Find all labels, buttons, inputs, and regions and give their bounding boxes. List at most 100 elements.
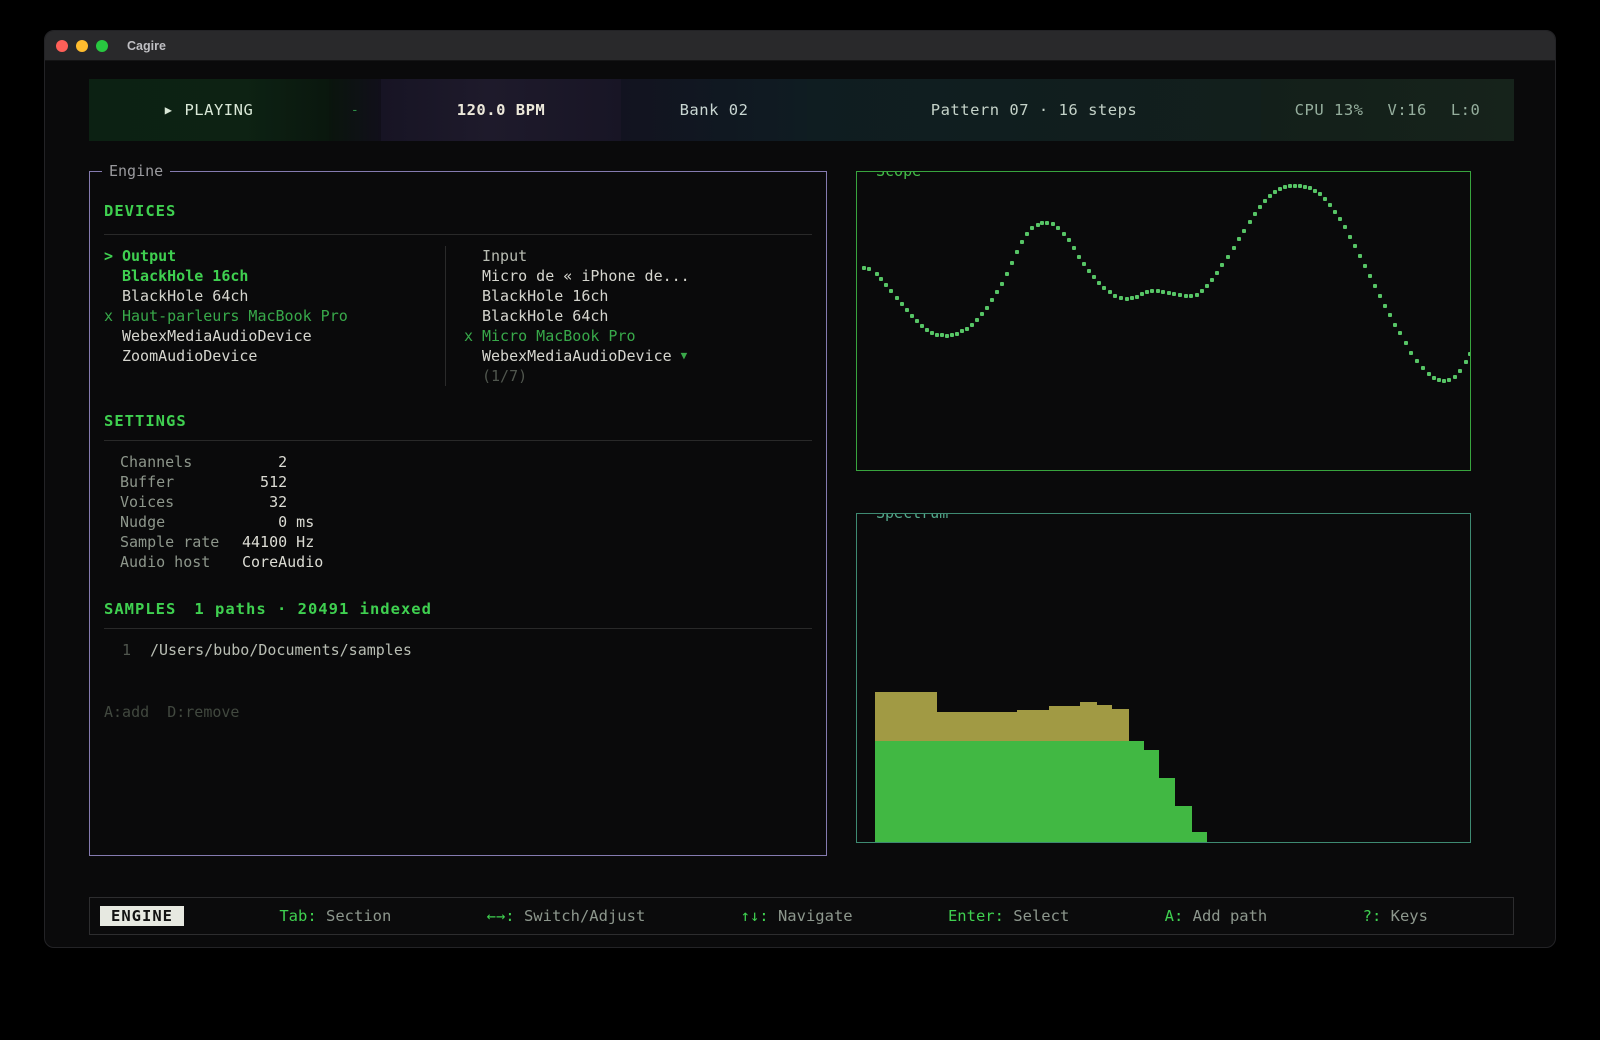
scope-dot: [1409, 351, 1413, 355]
scope-dot: [1313, 189, 1317, 193]
selection-cursor: >: [104, 246, 122, 266]
device-item-label: BlackHole 16ch: [122, 266, 248, 286]
device-column-header[interactable]: >Output: [104, 246, 434, 266]
scope-dot: [1258, 205, 1262, 209]
scope-dot: [1215, 271, 1219, 275]
zoom-button[interactable]: [96, 40, 108, 52]
scope-dot: [1220, 263, 1224, 267]
setting-label: Audio host: [120, 552, 242, 572]
settings-row[interactable]: Sample rate44100 Hz: [120, 532, 323, 552]
spectrum-bar: [937, 741, 1017, 842]
footer-keybar: ENGINE Tab: Section←→: Switch/Adjust↑↓: …: [89, 897, 1514, 935]
scope-dot: [1025, 232, 1029, 236]
device-item-label: ZoomAudioDevice: [122, 346, 257, 366]
scope-dot: [879, 277, 883, 281]
latency: L:0: [1451, 101, 1481, 119]
mode-badge[interactable]: ENGINE: [100, 906, 184, 926]
settings-row[interactable]: Voices 32: [120, 492, 323, 512]
device-column-header[interactable]: Input: [464, 246, 809, 266]
dropdown-arrow-icon: ▼: [681, 346, 688, 366]
scope-dot: [1432, 376, 1436, 380]
scope-dot: [1056, 226, 1060, 230]
column-title-input: Input: [482, 246, 527, 266]
scope-dot: [1087, 269, 1091, 273]
scope-dot: [1263, 199, 1267, 203]
app-window: Cagire ▶ PLAYING - 120.0 BPM Bank 02 Pat…: [44, 30, 1556, 948]
system-stats: CPU 13% V:16 L:0: [1261, 79, 1514, 141]
device-item-label: BlackHole 64ch: [482, 306, 608, 326]
scope-dot: [1437, 378, 1441, 382]
bpm-value: 120.0 BPM: [457, 101, 546, 119]
path-value: /Users/bubo/Documents/samples: [150, 640, 412, 660]
device-active-marker: [104, 266, 122, 286]
bank-display: Bank 02: [621, 79, 807, 141]
scope-dot: [1373, 284, 1377, 288]
scope-dot: [940, 333, 944, 337]
settings-row[interactable]: Channels 2: [120, 452, 323, 472]
device-item[interactable]: BlackHole 16ch: [104, 266, 434, 286]
spectrum-analyzer: [857, 514, 1470, 842]
device-item-label: BlackHole 16ch: [482, 286, 608, 306]
scope-dot: [1453, 375, 1457, 379]
device-item-label: BlackHole 64ch: [122, 286, 248, 306]
setting-label: Nudge: [120, 512, 242, 532]
device-item[interactable]: BlackHole 64ch: [464, 306, 809, 326]
settings-row[interactable]: Audio hostCoreAudio: [120, 552, 323, 572]
scope-dot: [960, 329, 964, 333]
samples-separator: [104, 628, 812, 629]
footer-hint: Enter: Select: [948, 907, 1069, 925]
scope-dot: [875, 272, 879, 276]
setting-label: Channels: [120, 452, 242, 472]
scope-dot: [1447, 378, 1451, 382]
device-active-marker: [464, 266, 482, 286]
scope-dot: [867, 267, 871, 271]
scope-dot: [1343, 225, 1347, 229]
scope-dot: [1328, 203, 1332, 207]
samples-heading-text: SAMPLES: [104, 600, 176, 618]
bpm-display: 120.0 BPM: [381, 79, 621, 141]
device-item[interactable]: ZoomAudioDevice: [104, 346, 434, 366]
play-icon: ▶: [165, 103, 173, 117]
scope-dot: [1015, 250, 1019, 254]
settings-row[interactable]: Nudge 0 ms: [120, 512, 323, 532]
device-item[interactable]: xMicro MacBook Pro: [464, 326, 809, 346]
settings-row[interactable]: Buffer 512: [120, 472, 323, 492]
device-item[interactable]: xHaut-parleurs MacBook Pro: [104, 306, 434, 326]
scope-dot: [1393, 323, 1397, 327]
hint-desc: Add path: [1183, 907, 1267, 925]
scope-dot: [1273, 190, 1277, 194]
close-button[interactable]: [56, 40, 68, 52]
minimize-button[interactable]: [76, 40, 88, 52]
device-active-marker: [464, 306, 482, 326]
devices-heading: DEVICES: [104, 202, 176, 220]
scope-dot: [955, 332, 959, 336]
scope-dot: [1077, 255, 1081, 259]
window-titlebar[interactable]: Cagire: [45, 31, 1555, 61]
device-item[interactable]: Micro de « iPhone de...: [464, 266, 809, 286]
scope-dot: [1383, 304, 1387, 308]
scope-dot: [1358, 254, 1362, 258]
devices-heading-text: DEVICES: [104, 202, 176, 220]
sample-path-row[interactable]: 1/Users/bubo/Documents/samples: [122, 640, 412, 660]
scope-dot: [1097, 281, 1101, 285]
device-item[interactable]: WebexMediaAudioDevice▼: [464, 346, 809, 366]
device-item[interactable]: BlackHole 64ch: [104, 286, 434, 306]
window-title: Cagire: [127, 39, 166, 53]
device-item[interactable]: WebexMediaAudioDevice: [104, 326, 434, 346]
spectrum-bar: [875, 741, 937, 842]
tempo-tick-mark: -: [351, 103, 359, 118]
scope-dot: [1161, 290, 1165, 294]
scope-dot: [1442, 379, 1446, 383]
scope-dot: [920, 324, 924, 328]
scope-dot: [1195, 293, 1199, 297]
footer-hint: A: Add path: [1165, 907, 1268, 925]
spectrum-bar: [1192, 832, 1207, 842]
scope-dot: [1253, 212, 1257, 216]
settings-heading-text: SETTINGS: [104, 412, 187, 430]
device-item[interactable]: BlackHole 16ch: [464, 286, 809, 306]
scope-dot: [889, 289, 893, 293]
device-columns-divider: [445, 246, 446, 386]
scope-dot: [1167, 291, 1171, 295]
scope-dot: [1226, 255, 1230, 259]
device-item[interactable]: (1/7): [464, 366, 809, 386]
